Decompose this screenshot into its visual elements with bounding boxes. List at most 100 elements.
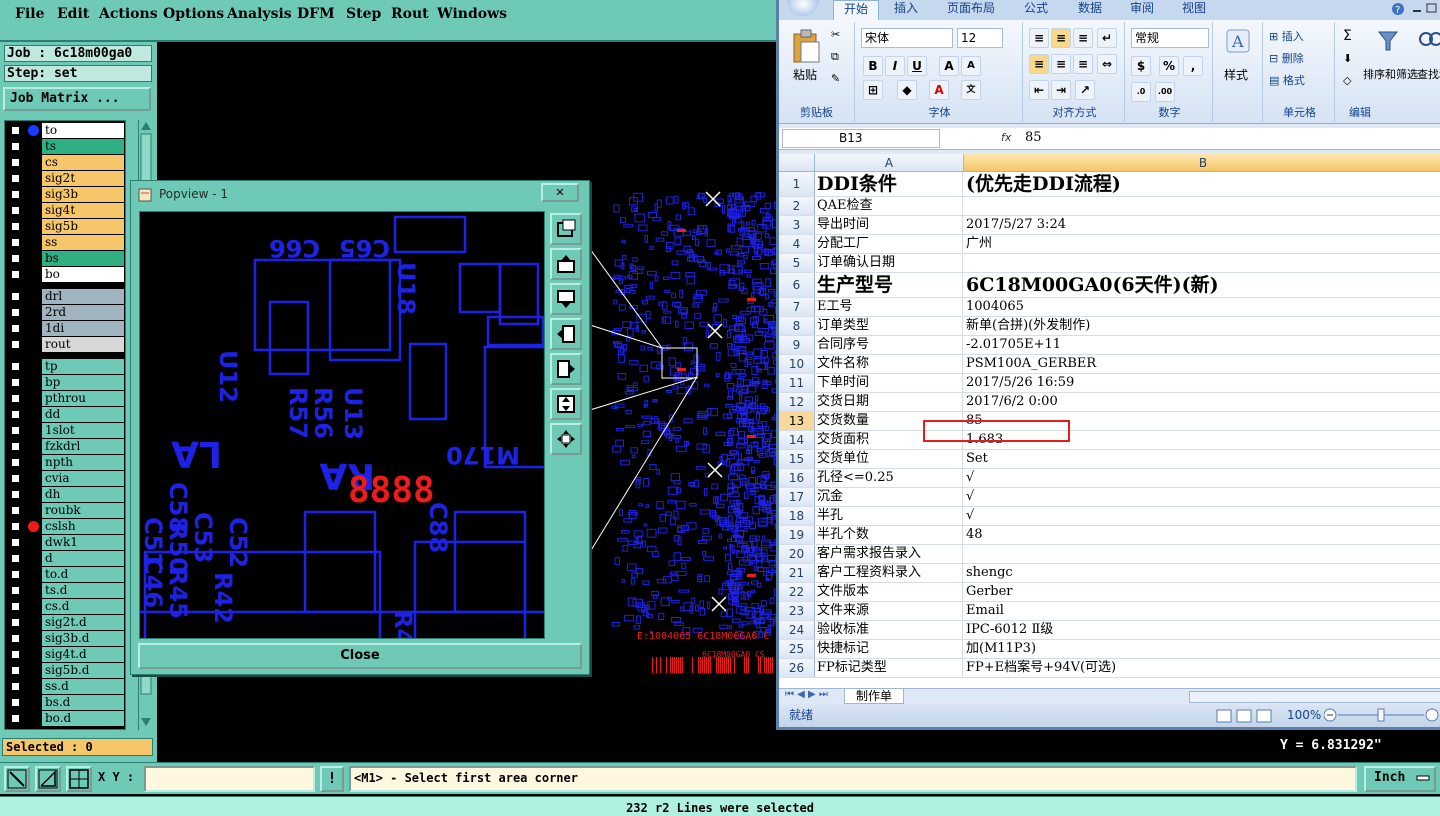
row-number[interactable]: 9: [779, 336, 815, 354]
cell-a[interactable]: 验收标准: [815, 621, 963, 639]
grow-font-icon[interactable]: A: [939, 56, 959, 76]
menu-actions[interactable]: Actions: [99, 6, 158, 22]
cell-b[interactable]: √: [964, 469, 1440, 487]
decrease-decimal-icon[interactable]: .00: [1155, 82, 1175, 102]
layer-row[interactable]: sig5b.d: [5, 663, 125, 678]
zoom-home-button[interactable]: [550, 423, 582, 455]
row-number[interactable]: 10: [779, 355, 815, 373]
sheet-tab[interactable]: 制作单: [844, 689, 904, 704]
layer-name[interactable]: bs: [42, 251, 124, 266]
layer-name[interactable]: sig3b: [42, 187, 124, 202]
alert-button[interactable]: !: [320, 766, 344, 792]
cell-b[interactable]: 2017/5/27 3:24: [964, 216, 1440, 234]
unit-selector[interactable]: Inch: [1364, 766, 1436, 792]
layer-name[interactable]: 1di: [42, 321, 124, 336]
layer-name[interactable]: 1slot: [42, 423, 124, 438]
row-number[interactable]: 3: [779, 216, 815, 234]
tab-review[interactable]: 审阅: [1119, 0, 1165, 20]
sheet-nav-icon[interactable]: ⏮ ◀ ▶ ⏭: [785, 689, 828, 700]
sort-filter-label[interactable]: 排序和筛选: [1363, 66, 1418, 82]
wrap-text-icon[interactable]: ↵: [1097, 28, 1117, 48]
layer-name[interactable]: to.d: [42, 567, 124, 582]
layer-row[interactable]: rout: [5, 337, 125, 352]
layer-checkbox[interactable]: [10, 569, 21, 580]
cell-a[interactable]: DDI条件: [815, 172, 963, 196]
cell-a[interactable]: QAE检查: [815, 197, 963, 215]
layer-name[interactable]: cvia: [42, 471, 124, 486]
cell-b[interactable]: 新单(合拼)(外发制作): [964, 317, 1440, 335]
tab-page-layout[interactable]: 页面布局: [939, 0, 1003, 20]
layer-checkbox[interactable]: [10, 125, 21, 136]
menu-options[interactable]: Options: [163, 6, 224, 22]
font-size-box[interactable]: 12: [957, 28, 1003, 48]
layer-row[interactable]: to.d: [5, 567, 125, 582]
cell-b[interactable]: [964, 545, 1440, 563]
font-color-icon[interactable]: A: [929, 80, 949, 100]
row-number[interactable]: 24: [779, 621, 815, 639]
layer-row[interactable]: sig5b: [5, 219, 125, 234]
layer-checkbox[interactable]: [10, 601, 21, 612]
comma-icon[interactable]: ,: [1183, 56, 1203, 76]
align-left-icon[interactable]: ≡: [1029, 54, 1049, 74]
layer-row[interactable]: bo.d: [5, 711, 125, 726]
layer-row[interactable]: bs.d: [5, 695, 125, 710]
cell-a[interactable]: 订单确认日期: [815, 254, 963, 272]
layer-name[interactable]: sig5b: [42, 219, 124, 234]
layer-name[interactable]: tp: [42, 359, 124, 374]
layer-row[interactable]: fzkdrl: [5, 439, 125, 454]
row-number[interactable]: 4: [779, 235, 815, 253]
cell-b[interactable]: [964, 254, 1440, 272]
layer-checkbox[interactable]: [10, 681, 21, 692]
row-number[interactable]: 15: [779, 450, 815, 468]
layer-row[interactable]: bo: [5, 267, 125, 282]
select-all-corner[interactable]: [779, 154, 815, 172]
layer-checkbox[interactable]: [10, 189, 21, 200]
layer-row[interactable]: dd: [5, 407, 125, 422]
cell-a[interactable]: FP标记类型: [815, 659, 963, 677]
zoom-fit-button[interactable]: [550, 388, 582, 420]
layer-row[interactable]: to: [5, 123, 125, 138]
format-painter-icon[interactable]: ✎: [831, 72, 840, 85]
format-cells-button[interactable]: ▤ 格式: [1269, 72, 1305, 88]
layer-checkbox[interactable]: [10, 441, 21, 452]
layer-name[interactable]: cs.d: [42, 599, 124, 614]
cell-a[interactable]: 订单类型: [815, 317, 963, 335]
layer-row[interactable]: 1di: [5, 321, 125, 336]
layer-name[interactable]: bo.d: [42, 711, 124, 726]
delete-cells-button[interactable]: ⊟ 删除: [1269, 50, 1304, 66]
row-number[interactable]: 21: [779, 564, 815, 582]
cell-a[interactable]: 分配工厂: [815, 235, 963, 253]
tab-insert[interactable]: 插入: [883, 0, 929, 20]
menu-file[interactable]: File: [15, 6, 44, 22]
layer-checkbox[interactable]: [10, 553, 21, 564]
layer-name[interactable]: cslsh: [42, 519, 124, 534]
align-top-icon[interactable]: ≡: [1029, 28, 1049, 48]
row-number[interactable]: 7: [779, 298, 815, 316]
layer-name[interactable]: sig4t.d: [42, 647, 124, 662]
layer-checkbox[interactable]: [10, 537, 21, 548]
decrease-indent-icon[interactable]: ⇤: [1029, 80, 1049, 100]
layer-name[interactable]: d: [42, 551, 124, 566]
cell-a[interactable]: 生产型号: [815, 273, 963, 297]
paste-icon[interactable]: [791, 28, 821, 64]
orientation-icon[interactable]: ↗: [1075, 80, 1095, 100]
cell-b[interactable]: (优先走DDI流程): [964, 172, 1440, 196]
cell-b[interactable]: 1004065: [964, 298, 1440, 316]
column-a-header[interactable]: A: [815, 154, 964, 172]
layer-name[interactable]: bs.d: [42, 695, 124, 710]
menu-rout[interactable]: Rout: [391, 6, 429, 22]
copy-icon[interactable]: ⧉: [831, 50, 839, 64]
align-center-icon[interactable]: ≡: [1051, 54, 1071, 74]
layer-row[interactable]: cs.d: [5, 599, 125, 614]
help-icon[interactable]: ?: [1391, 1, 1440, 17]
view-buttons[interactable]: [1215, 708, 1279, 723]
cell-b[interactable]: Email: [964, 602, 1440, 620]
layer-row[interactable]: ss: [5, 235, 125, 250]
layer-row[interactable]: d: [5, 551, 125, 566]
layer-row[interactable]: tp: [5, 359, 125, 374]
layer-name[interactable]: 2rd: [42, 305, 124, 320]
insert-cells-button[interactable]: ⊞ 插入: [1269, 28, 1304, 44]
font-name-box[interactable]: 宋体: [861, 28, 953, 48]
borders-icon[interactable]: ⊞: [863, 80, 883, 100]
increase-indent-icon[interactable]: ⇥: [1051, 80, 1071, 100]
